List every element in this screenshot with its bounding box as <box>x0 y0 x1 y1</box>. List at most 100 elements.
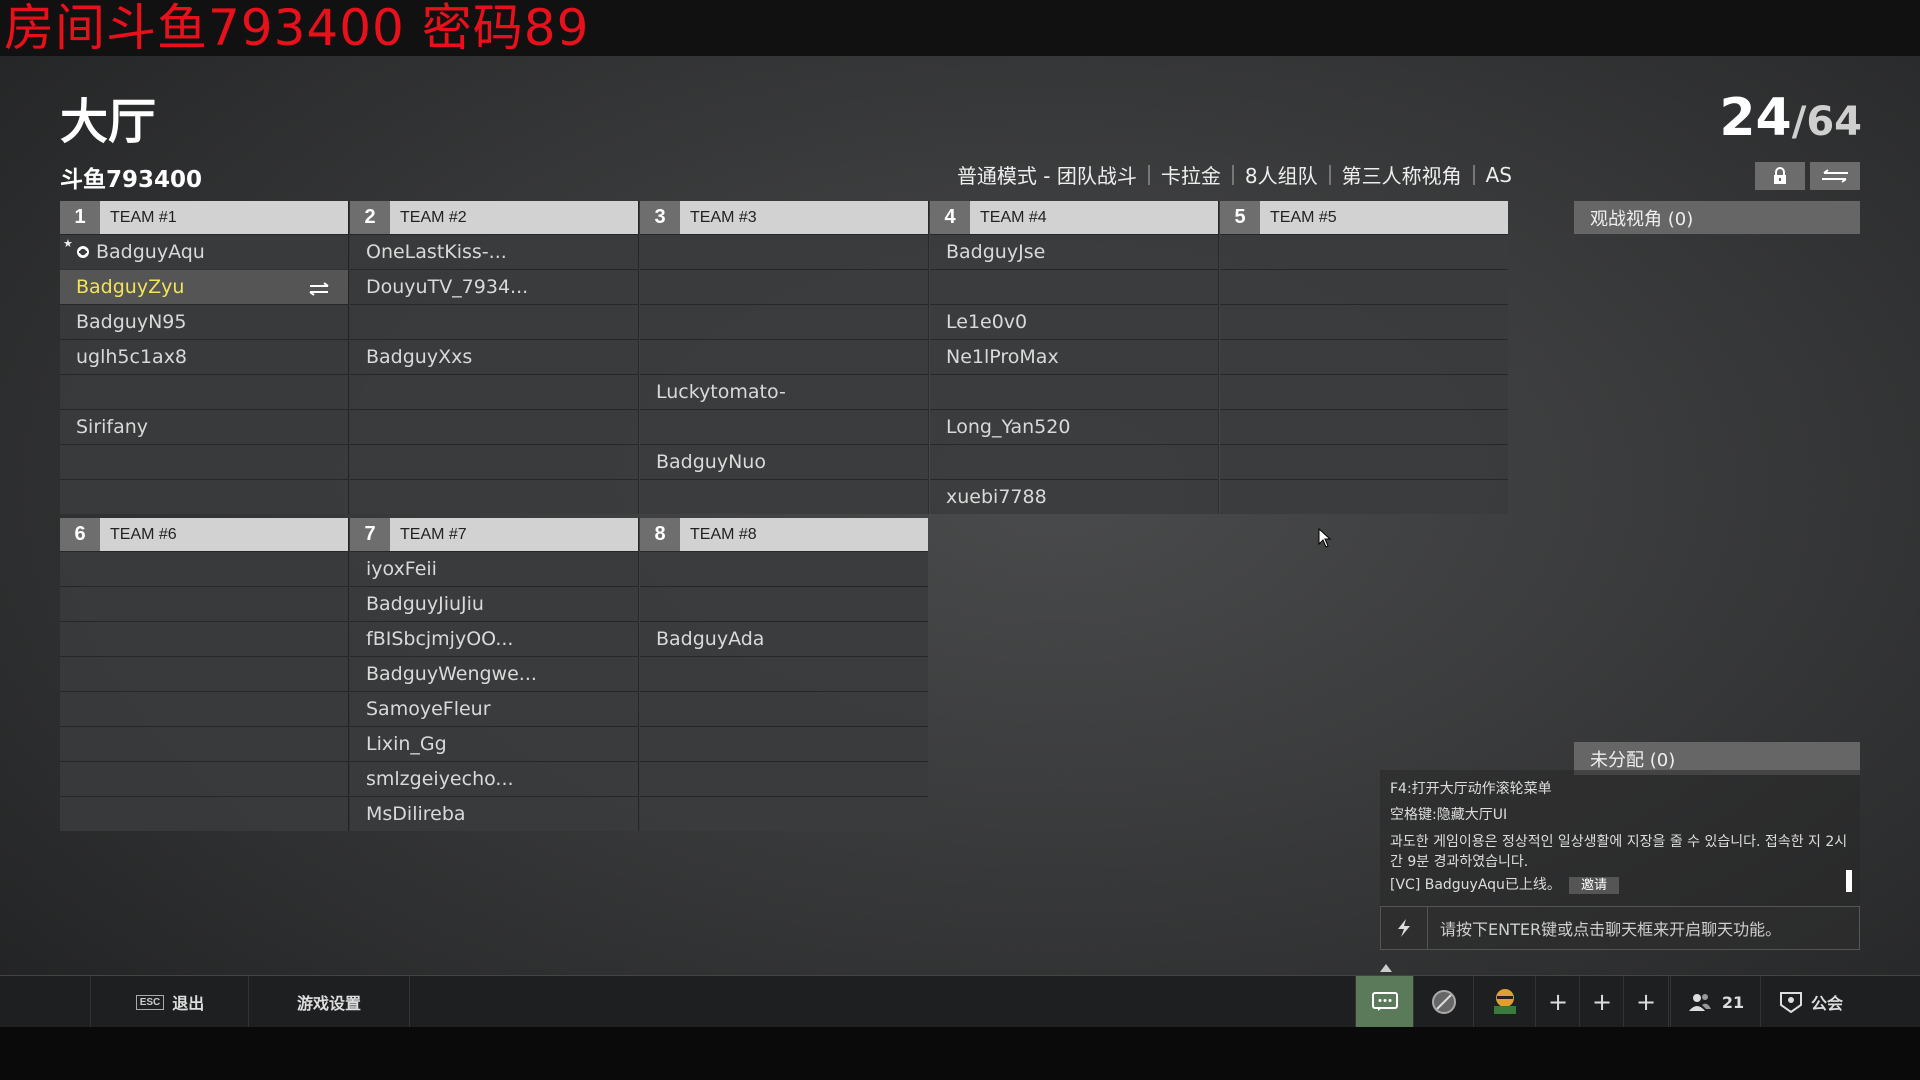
player-slot[interactable] <box>1220 374 1508 409</box>
player-slot[interactable] <box>60 726 348 761</box>
team-header[interactable]: 4 TEAM #4 <box>930 201 1218 234</box>
player-slot[interactable] <box>60 551 348 586</box>
chat-input[interactable]: 请按下ENTER键或点击聊天框来开启聊天功能。 <box>1380 906 1860 950</box>
swap-icon[interactable] <box>308 279 330 301</box>
player-slot[interactable] <box>1220 269 1508 304</box>
player-slot[interactable] <box>640 551 928 586</box>
player-slot[interactable]: Ne1lProMax <box>930 339 1218 374</box>
player-slot[interactable] <box>60 656 348 691</box>
team-header[interactable]: 1 TEAM #1 <box>60 201 348 234</box>
player-slot[interactable] <box>60 374 348 409</box>
player-slot[interactable]: Sirifany <box>60 409 348 444</box>
player-slot[interactable]: ★ BadguyAqu <box>60 234 348 269</box>
player-slot[interactable] <box>640 761 928 796</box>
add-squad-member-button[interactable]: + <box>1623 976 1669 1028</box>
add-squad-member-button[interactable]: + <box>1579 976 1624 1028</box>
guild-button[interactable]: 公会 <box>1760 976 1861 1028</box>
player-slot[interactable] <box>640 586 928 621</box>
team-header[interactable]: 7 TEAM #7 <box>350 518 638 551</box>
team-header[interactable]: 5 TEAM #5 <box>1220 201 1508 234</box>
player-slot[interactable]: DouyuTV_7934... <box>350 269 638 304</box>
player-slot[interactable] <box>350 409 638 444</box>
player-slot[interactable] <box>640 796 928 831</box>
player-name: DouyuTV_7934... <box>366 276 529 298</box>
player-slot[interactable] <box>930 444 1218 479</box>
player-slot[interactable] <box>350 479 638 514</box>
player-slot[interactable]: xuebi7788 <box>930 479 1218 514</box>
chat-message: 空格键:隐藏大厅UI <box>1390 807 1508 823</box>
player-slot[interactable]: Long_Yan520 <box>930 409 1218 444</box>
avatar-button[interactable] <box>1473 976 1536 1028</box>
player-slot[interactable]: SamoyeFleur <box>350 691 638 726</box>
player-slot[interactable]: BadguyNuo <box>640 444 928 479</box>
player-slot[interactable]: BadguyXxs <box>350 339 638 374</box>
chat-tab-button[interactable] <box>1355 976 1414 1028</box>
player-slot[interactable]: BadguyJiuJiu <box>350 586 638 621</box>
player-slot[interactable] <box>640 409 928 444</box>
player-slot-selected[interactable]: BadguyZyu <box>60 269 348 304</box>
team-header[interactable]: 6 TEAM #6 <box>60 518 348 551</box>
player-slot[interactable]: BadguyN95 <box>60 304 348 339</box>
team-header[interactable]: 3 TEAM #3 <box>640 201 928 234</box>
player-slot[interactable]: Luckytomato- <box>640 374 928 409</box>
player-slot[interactable]: BadguyAda <box>640 621 928 656</box>
player-slot[interactable] <box>1220 234 1508 269</box>
player-slot[interactable] <box>60 796 348 831</box>
team-2: 2 TEAM #2 OneLastKiss-... DouyuTV_7934...… <box>350 201 639 514</box>
player-slot[interactable]: MsDilireba <box>350 796 638 831</box>
player-slot[interactable] <box>60 586 348 621</box>
player-slot[interactable] <box>60 691 348 726</box>
player-slot[interactable] <box>1220 444 1508 479</box>
exit-button[interactable]: ESC 退出 <box>90 976 249 1028</box>
player-slot[interactable]: BadguyWengwe... <box>350 656 638 691</box>
player-slot[interactable] <box>60 621 348 656</box>
swap-teams-button[interactable] <box>1810 162 1860 190</box>
player-slot[interactable]: iyoxFeii <box>350 551 638 586</box>
team-label: TEAM #7 <box>400 525 467 543</box>
lock-button[interactable] <box>1755 162 1805 190</box>
chat-message-invite: [VC] BadguyAqu已上线。 邀请 <box>1390 872 1850 899</box>
player-slot[interactable]: uglh5c1ax8 <box>60 339 348 374</box>
avatar <box>1494 989 1516 1014</box>
player-slot[interactable] <box>930 374 1218 409</box>
player-slot[interactable] <box>640 656 928 691</box>
player-slot[interactable] <box>1220 479 1508 514</box>
player-slot[interactable] <box>1220 339 1508 374</box>
page-title: 大厅 <box>60 94 157 150</box>
team-header[interactable]: 8 TEAM #8 <box>640 518 928 551</box>
player-slot[interactable] <box>640 339 928 374</box>
player-slot[interactable]: OneLastKiss-... <box>350 234 638 269</box>
chat-toggle-caret-icon[interactable] <box>1380 964 1392 972</box>
player-slot[interactable]: fBISbcjmjyOO... <box>350 621 638 656</box>
player-slot[interactable] <box>60 444 348 479</box>
player-slot[interactable] <box>350 374 638 409</box>
voice-button[interactable] <box>1413 976 1474 1028</box>
invite-button[interactable]: 邀请 <box>1568 877 1619 894</box>
player-slot[interactable] <box>60 479 348 514</box>
player-slot[interactable] <box>1220 409 1508 444</box>
player-slot[interactable] <box>640 479 928 514</box>
player-slot[interactable] <box>60 761 348 796</box>
game-settings-button[interactable]: 游戏设置 <box>248 976 410 1028</box>
team-header[interactable]: 2 TEAM #2 <box>350 201 638 234</box>
divider <box>1147 164 1150 185</box>
player-slot[interactable] <box>640 726 928 761</box>
player-slot[interactable] <box>640 304 928 339</box>
add-squad-member-button[interactable]: + <box>1535 976 1580 1028</box>
player-name: BadguyJiuJiu <box>366 593 484 615</box>
player-slot[interactable]: smlzgeiyecho... <box>350 761 638 796</box>
player-slot[interactable] <box>640 269 928 304</box>
lightning-icon[interactable] <box>1381 907 1428 949</box>
player-slot[interactable] <box>930 269 1218 304</box>
player-slot[interactable] <box>1220 304 1508 339</box>
observer-panel-header[interactable]: 观战视角 (0) <box>1574 201 1860 234</box>
player-slot[interactable] <box>350 304 638 339</box>
player-slot[interactable]: BadguyJse <box>930 234 1218 269</box>
chat-scrollbar[interactable] <box>1846 870 1852 892</box>
player-slot[interactable] <box>640 234 928 269</box>
player-slot[interactable] <box>350 444 638 479</box>
player-slot[interactable]: Le1e0v0 <box>930 304 1218 339</box>
friends-button[interactable]: 21 <box>1670 976 1761 1028</box>
player-slot[interactable] <box>640 691 928 726</box>
player-slot[interactable]: Lixin_Gg <box>350 726 638 761</box>
